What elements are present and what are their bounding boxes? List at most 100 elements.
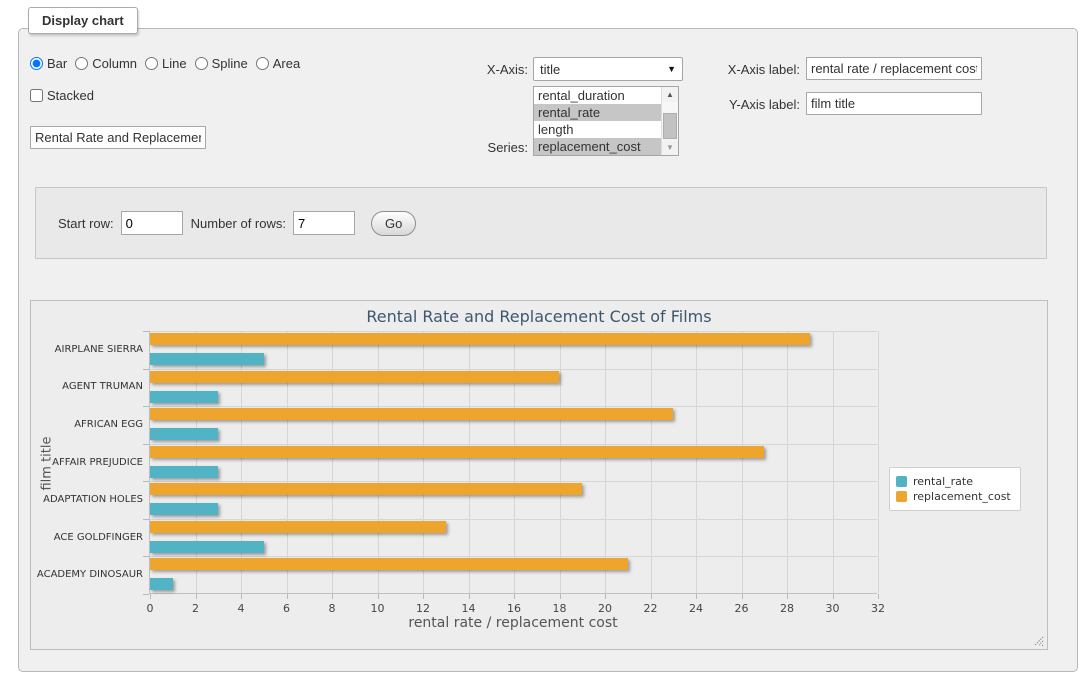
- y-axis-tick: [143, 594, 149, 595]
- x-axis-tick: [332, 594, 333, 599]
- y-axis-tick: [143, 406, 149, 407]
- x-axis-tick: [469, 594, 470, 599]
- x-axis-tick: [514, 594, 515, 599]
- x-axis-tick: [560, 594, 561, 599]
- x-tick-label: 16: [499, 602, 529, 615]
- num-rows-input[interactable]: [293, 211, 355, 235]
- resize-handle-icon[interactable]: [1033, 635, 1045, 647]
- category-label: AGENT TRUMAN: [33, 382, 143, 392]
- legend-item-replacement_cost[interactable]: replacement_cost: [896, 490, 1011, 503]
- bar-rental_rate[interactable]: [150, 466, 218, 478]
- bar-rental_rate[interactable]: [150, 578, 173, 590]
- x-axis-tick: [787, 594, 788, 599]
- category-label: ACADEMY DINOSAUR: [33, 570, 143, 580]
- legend-swatch-icon: [896, 491, 907, 502]
- bar-replacement_cost[interactable]: [150, 521, 446, 533]
- go-button[interactable]: Go: [371, 211, 416, 236]
- x-tick-label: 14: [454, 602, 484, 615]
- x-axis-tick: [833, 594, 834, 599]
- category-label: AIRPLANE SIERRA: [33, 345, 143, 355]
- series-option-replacement_cost[interactable]: replacement_cost: [534, 138, 661, 155]
- stacked-checkbox[interactable]: [30, 89, 43, 102]
- chart-type-radio-bar[interactable]: [30, 57, 43, 70]
- x-axis-tick: [742, 594, 743, 599]
- vertical-gridline: [605, 331, 606, 593]
- stacked-checkbox-label: Stacked: [30, 88, 94, 103]
- legend-item-rental_rate[interactable]: rental_rate: [896, 475, 1011, 488]
- x-axis-title: rental rate / replacement cost: [149, 615, 877, 631]
- horizontal-gridline: [150, 406, 877, 407]
- bar-replacement_cost[interactable]: [150, 558, 628, 570]
- series-listbox[interactable]: rental_durationrental_ratelengthreplacem…: [533, 86, 679, 156]
- chart-type-radio-area[interactable]: [256, 57, 269, 70]
- category-label: ADAPTATION HOLES: [33, 495, 143, 505]
- x-tick-label: 4: [226, 602, 256, 615]
- x-tick-label: 28: [772, 602, 802, 615]
- x-axis-tick: [241, 594, 242, 599]
- bar-rental_rate[interactable]: [150, 503, 218, 515]
- x-tick-label: 6: [272, 602, 302, 615]
- y-axis-tick: [143, 519, 149, 520]
- chart-type-radio-spline[interactable]: [195, 57, 208, 70]
- horizontal-gridline: [150, 369, 877, 370]
- x-axis-tick: [651, 594, 652, 599]
- x-axis-label-input[interactable]: [806, 57, 982, 80]
- chevron-down-icon: ▼: [667, 64, 676, 74]
- category-label: AFFAIR PREJUDICE: [33, 458, 143, 468]
- x-tick-label: 30: [818, 602, 848, 615]
- stacked-row: Stacked: [30, 88, 94, 105]
- listbox-scrollbar[interactable]: ▲ ▼: [661, 87, 678, 155]
- vertical-gridline: [742, 331, 743, 593]
- x-axis-tick: [150, 594, 151, 599]
- vertical-gridline: [833, 331, 834, 593]
- bar-rental_rate[interactable]: [150, 541, 264, 553]
- x-tick-label: 2: [181, 602, 211, 615]
- y-axis-tick: [143, 481, 149, 482]
- x-axis-select[interactable]: title ▼: [533, 57, 683, 81]
- x-axis-select-value: title: [540, 62, 560, 77]
- start-row-input[interactable]: [121, 211, 183, 235]
- y-axis-label-caption: Y-Axis label:: [712, 97, 800, 112]
- page: Display chart BarColumnLineSplineArea St…: [0, 0, 1081, 681]
- chart-type-label: Area: [273, 56, 300, 71]
- bar-rental_rate[interactable]: [150, 353, 264, 365]
- x-axis-tick: [696, 594, 697, 599]
- chart-title-input[interactable]: [30, 126, 206, 149]
- scroll-up-icon[interactable]: ▲: [662, 87, 678, 102]
- x-tick-label: 24: [681, 602, 711, 615]
- bar-replacement_cost[interactable]: [150, 483, 582, 495]
- bar-replacement_cost[interactable]: [150, 371, 559, 383]
- x-tick-label: 22: [636, 602, 666, 615]
- chart-container: Rental Rate and Replacement Cost of Film…: [30, 300, 1048, 650]
- x-tick-label: 26: [727, 602, 757, 615]
- x-axis-caption: X-Axis:: [450, 62, 528, 77]
- y-axis-tick: [143, 556, 149, 557]
- vertical-gridline: [696, 331, 697, 593]
- x-tick-label: 10: [363, 602, 393, 615]
- scrollbar-thumb[interactable]: [663, 113, 677, 139]
- scroll-down-icon[interactable]: ▼: [662, 140, 678, 155]
- chart-type-label: Bar: [47, 56, 67, 71]
- series-option-rental_rate[interactable]: rental_rate: [534, 104, 661, 121]
- chart-type-label: Spline: [212, 56, 248, 71]
- chart-type-radio-column[interactable]: [75, 57, 88, 70]
- x-tick-label: 12: [408, 602, 438, 615]
- y-axis-label-input[interactable]: [806, 92, 982, 115]
- bar-replacement_cost[interactable]: [150, 408, 673, 420]
- x-axis-tick: [378, 594, 379, 599]
- series-option-rental_duration[interactable]: rental_duration: [534, 87, 661, 104]
- x-tick-label: 8: [317, 602, 347, 615]
- bar-rental_rate[interactable]: [150, 428, 218, 440]
- horizontal-gridline: [150, 444, 877, 445]
- series-options: rental_durationrental_ratelengthreplacem…: [534, 87, 661, 155]
- x-axis-tick: [196, 594, 197, 599]
- chart-type-option-column: Column: [75, 56, 137, 71]
- bar-replacement_cost[interactable]: [150, 333, 810, 345]
- horizontal-gridline: [150, 556, 877, 557]
- bar-replacement_cost[interactable]: [150, 446, 764, 458]
- series-option-length[interactable]: length: [534, 121, 661, 138]
- y-axis-tick: [143, 369, 149, 370]
- chart-type-option-bar: Bar: [30, 56, 67, 71]
- chart-type-radio-line[interactable]: [145, 57, 158, 70]
- bar-rental_rate[interactable]: [150, 391, 218, 403]
